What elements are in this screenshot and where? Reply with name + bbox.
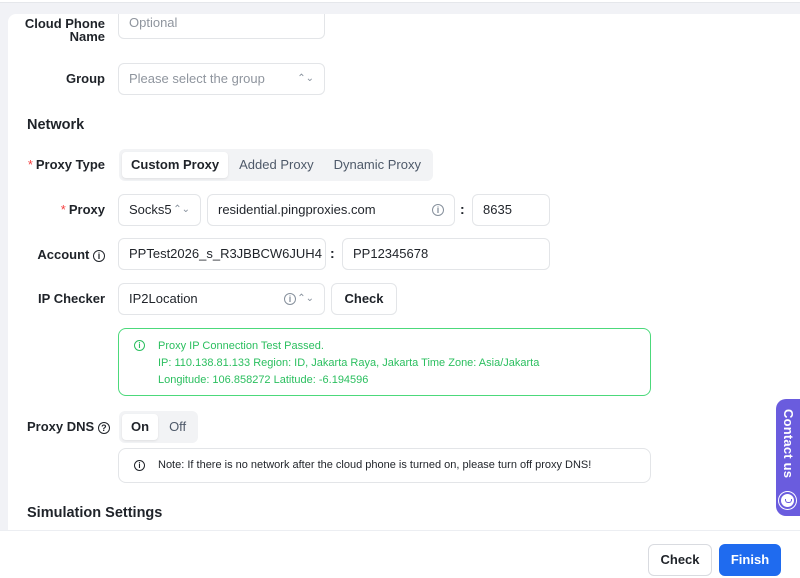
proxy-dns-note: i Note: If there is no network after the… [118,448,651,483]
ip-checker-value: IP2Location [129,291,198,306]
proxy-dns-label: Proxy DNS ? [27,419,110,434]
ip-checker-label: IP Checker [38,291,105,306]
required-mark: * [27,157,33,172]
cloud-phone-name-placeholder: Optional [129,15,178,30]
test-result-title: Proxy IP Connection Test Passed. [158,340,324,352]
test-result-coordinates: Longitude: 106.858272 Latitude: -6.19459… [158,374,369,386]
network-section-title: Network [27,117,85,133]
footer-check-button[interactable]: Check [648,544,712,576]
cloud-phone-name-label: Cloud Phone Name [24,16,105,44]
ip-check-button[interactable]: Check [331,283,397,315]
info-icon[interactable]: i [284,293,296,305]
help-icon[interactable]: ? [97,422,110,434]
cloud-phone-name-input[interactable]: Optional [118,14,325,39]
group-placeholder: Please select the group [129,71,265,86]
info-icon[interactable]: i [93,250,105,262]
chat-bubble-icon [779,492,796,509]
host-port-separator: : [460,201,465,217]
info-icon[interactable]: i [432,204,444,216]
proxy-dns-on[interactable]: On [122,414,159,440]
note-info-icon: i [134,460,145,471]
group-label: Group [66,71,105,86]
footer-bar: Check Finish [0,530,800,578]
success-info-icon: i [134,340,145,351]
proxy-host-value: residential.pingproxies.com [218,202,376,217]
proxy-dns-off[interactable]: Off [160,414,195,440]
simulation-section-title: Simulation Settings [27,505,163,521]
select-chevron-icon: ⌃⌄ [297,73,314,84]
proxy-type-custom-tab[interactable]: Custom Proxy [122,152,229,178]
finish-button[interactable]: Finish [719,544,781,576]
account-username-input[interactable]: PPTest2026_s_R3JBBCW6JUH4 [118,238,326,270]
select-chevron-icon: ⌃⌄ [297,293,314,304]
account-separator: : [330,245,335,261]
proxy-port-input[interactable]: 8635 [472,194,550,226]
account-username-value: PPTest2026_s_R3JBBCW6JUH4 [129,246,322,261]
proxy-type-label-text: Proxy Type [35,157,105,172]
account-password-value: PP12345678 [353,246,429,261]
test-result-details: IP: 110.138.81.133 Region: ID, Jakarta R… [158,357,540,369]
proxy-type-segmented: Custom Proxy Added Proxy Dynamic Proxy [119,149,433,181]
proxy-type-added-tab[interactable]: Added Proxy [230,152,322,178]
proxy-dns-note-text: Note: If there is no network after the c… [158,459,592,471]
account-password-input[interactable]: PP12345678 [342,238,550,270]
proxy-type-label: * Proxy Type [8,157,105,173]
proxy-protocol-value: Socks5 [129,202,172,217]
proxy-dns-label-text: Proxy DNS [27,419,95,434]
required-mark: * [60,202,66,217]
proxy-test-result: i Proxy IP Connection Test Passed. IP: 1… [118,328,651,396]
contact-us-tab[interactable]: Contact us [776,399,800,516]
ip-checker-select[interactable]: IP2Location i ⌃⌄ [118,283,325,315]
proxy-label-text: Proxy [68,202,105,217]
group-select[interactable]: Please select the group ⌃⌄ [118,63,325,95]
proxy-type-dynamic-tab[interactable]: Dynamic Proxy [325,152,430,178]
proxy-port-value: 8635 [483,202,512,217]
proxy-protocol-select[interactable]: Socks5 ⌃⌄ [118,194,201,226]
top-divider [0,0,800,3]
create-cloud-phone-panel: Cloud Phone Name Optional Group Please s… [8,14,800,530]
select-chevron-icon: ⌃⌄ [173,204,190,215]
account-label-text: Account [37,247,90,262]
proxy-dns-toggle: On Off [119,411,199,443]
proxy-label: * Proxy [8,202,105,218]
account-label: Account i [8,247,105,263]
contact-us-label: Contact us [781,409,796,479]
proxy-host-input[interactable]: residential.pingproxies.com i [207,194,455,226]
